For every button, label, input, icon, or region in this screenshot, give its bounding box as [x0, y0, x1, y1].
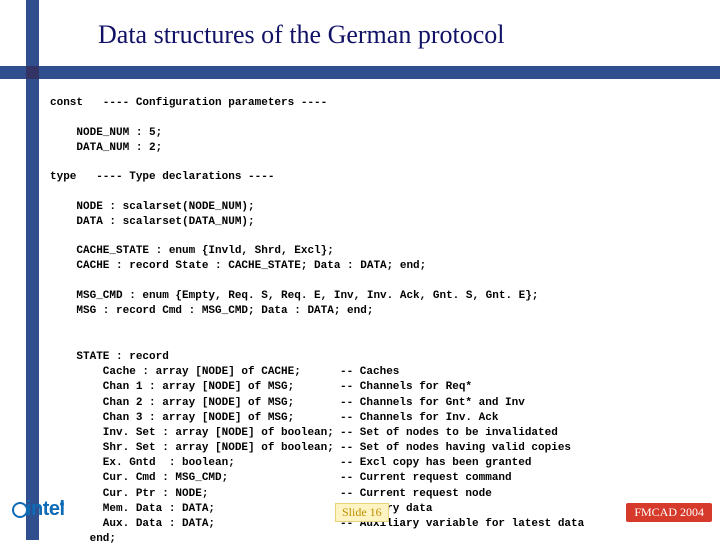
- state-field-decl: Chan 1 : array [NODE] of MSG;: [50, 380, 340, 395]
- code-node-decl: NODE : scalarset(NODE_NUM);: [50, 201, 255, 213]
- state-field-decl: Chan 3 : array [NODE] of MSG;: [50, 411, 340, 426]
- state-field-decl: Cur. Ptr : NODE;: [50, 487, 340, 502]
- accent-corner-fill: [26, 66, 39, 79]
- code-node-num: NODE_NUM : 5;: [50, 127, 162, 139]
- code-block-upper: const ---- Configuration parameters ----…: [50, 96, 538, 319]
- accent-horizontal-bar: [0, 66, 720, 79]
- state-field-comment: -- Set of nodes to be invalidated: [340, 426, 558, 441]
- state-field-decl: Cache : array [NODE] of CACHE;: [50, 365, 340, 380]
- state-field-decl: Cur. Cmd : MSG_CMD;: [50, 471, 340, 486]
- code-const-header: const ---- Configuration parameters ----: [50, 97, 327, 109]
- state-record-row: Chan 3 : array [NODE] of MSG;-- Channels…: [50, 411, 584, 426]
- state-field-comment: -- Channels for Inv. Ack: [340, 411, 498, 426]
- state-field-comment: -- Current request command: [340, 471, 512, 486]
- slide-number-badge: Slide 16: [335, 503, 389, 522]
- state-record-row: Cache : array [NODE] of CACHE;-- Caches: [50, 365, 584, 380]
- state-record-row: Chan 2 : array [NODE] of MSG;-- Channels…: [50, 396, 584, 411]
- state-record-row: Cur. Cmd : MSG_CMD;-- Current request co…: [50, 471, 584, 486]
- intel-logo: intel: [12, 496, 68, 526]
- state-field-decl: Ex. Gntd : boolean;: [50, 456, 340, 471]
- accent-vertical-bar: [26, 0, 39, 540]
- code-data-num: DATA_NUM : 2;: [50, 142, 162, 154]
- state-record-row: Shr. Set : array [NODE] of boolean;-- Se…: [50, 441, 584, 456]
- intel-logo-dot: [60, 502, 64, 506]
- state-record-row: Chan 1 : array [NODE] of MSG;-- Channels…: [50, 380, 584, 395]
- state-field-decl: Aux. Data : DATA;: [50, 517, 340, 532]
- code-msg-cmd-decl: MSG_CMD : enum {Empty, Req. S, Req. E, I…: [50, 290, 538, 302]
- state-record-row: Inv. Set : array [NODE] of boolean;-- Se…: [50, 426, 584, 441]
- state-field-comment: -- Channels for Req*: [340, 380, 472, 395]
- state-field-comment: -- Channels for Gnt* and Inv: [340, 396, 525, 411]
- code-cache-decl: CACHE : record State : CACHE_STATE; Data…: [50, 260, 426, 272]
- state-field-comment: -- Excl copy has been granted: [340, 456, 531, 471]
- state-record-row: Ex. Gntd : boolean;-- Excl copy has been…: [50, 456, 584, 471]
- state-field-decl: Chan 2 : array [NODE] of MSG;: [50, 396, 340, 411]
- intel-logo-text: intel: [26, 498, 65, 521]
- state-header: STATE : record: [50, 350, 584, 365]
- state-record-row: Mem. Data : DATA;-- Memory data: [50, 502, 584, 517]
- state-field-comment: -- Current request node: [340, 487, 492, 502]
- code-type-header: type ---- Type declarations ----: [50, 171, 274, 183]
- state-record-row: Aux. Data : DATA;-- Auxiliary variable f…: [50, 517, 584, 532]
- code-msg-decl: MSG : record Cmd : MSG_CMD; Data : DATA;…: [50, 305, 373, 317]
- state-field-comment: -- Set of nodes having valid copies: [340, 441, 571, 456]
- state-field-decl: Shr. Set : array [NODE] of boolean;: [50, 441, 340, 456]
- code-state-record: STATE : record Cache : array [NODE] of C…: [50, 350, 584, 547]
- code-data-decl: DATA : scalarset(DATA_NUM);: [50, 216, 255, 228]
- conference-badge: FMCAD 2004: [626, 503, 712, 522]
- state-field-comment: -- Caches: [340, 365, 399, 380]
- state-field-decl: Inv. Set : array [NODE] of boolean;: [50, 426, 340, 441]
- code-cache-state-decl: CACHE_STATE : enum {Invld, Shrd, Excl};: [50, 245, 334, 257]
- slide-title: Data structures of the German protocol: [98, 20, 504, 50]
- state-record-row: Cur. Ptr : NODE;-- Current request node: [50, 487, 584, 502]
- state-field-decl: Mem. Data : DATA;: [50, 502, 340, 517]
